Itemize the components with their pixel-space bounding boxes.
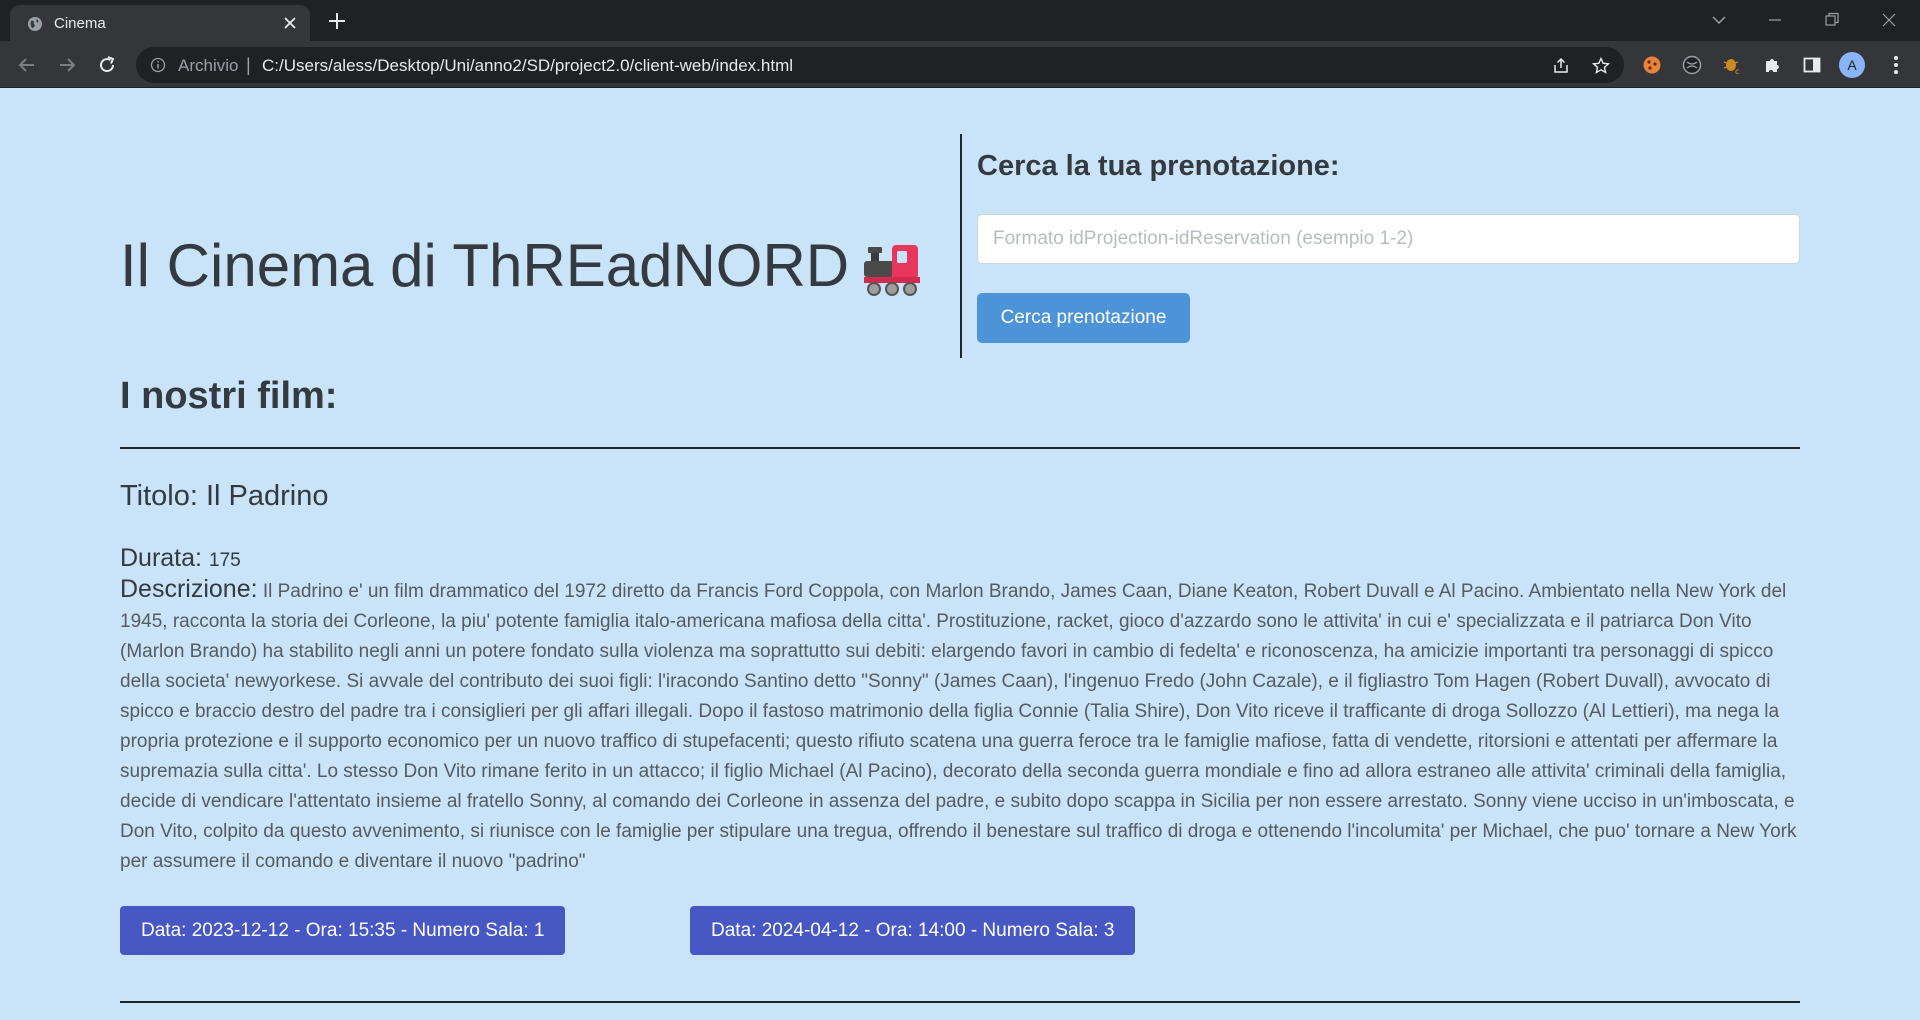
- film-divider: [120, 1001, 1800, 1003]
- svg-text:c: c: [1735, 67, 1739, 76]
- film-description: Descrizione: Il Padrino e' un film dramm…: [120, 574, 1800, 877]
- film-title: Titolo: Il Padrino: [120, 480, 329, 512]
- reload-icon[interactable]: [95, 53, 119, 77]
- share-icon[interactable]: [1551, 56, 1571, 76]
- reservation-search-input[interactable]: [977, 214, 1800, 264]
- section-divider: [120, 447, 1800, 449]
- duration-label: Durata:: [120, 544, 202, 572]
- minimize-icon[interactable]: [1765, 10, 1785, 30]
- locomotive-icon: [864, 245, 920, 296]
- film-duration: Durata: 175: [120, 544, 241, 573]
- profile-avatar[interactable]: A: [1839, 52, 1865, 78]
- site-title: Il Cinema di ThREadNORD: [120, 232, 850, 299]
- films-heading: I nostri film:: [120, 375, 338, 417]
- info-icon[interactable]: [150, 57, 166, 73]
- tab-title: Cinema: [54, 15, 106, 32]
- extensions-puzzle-icon[interactable]: [1761, 54, 1783, 76]
- extension-globe-icon[interactable]: [1681, 54, 1703, 76]
- url-separator: |: [246, 55, 251, 75]
- globe-icon: [28, 17, 42, 31]
- page-content: Il Cinema di ThREadNORD Cerca la tua pre…: [0, 88, 1920, 1020]
- browser-toolbar: Archivio | C:/Users/aless/Desktop/Uni/an…: [0, 41, 1920, 88]
- url-scheme-label: Archivio: [178, 56, 239, 75]
- search-heading: Cerca la tua prenotazione:: [977, 150, 1340, 182]
- search-reservation-button[interactable]: Cerca prenotazione: [977, 293, 1190, 343]
- projection-button[interactable]: Data: 2024-04-12 - Ora: 14:00 - Numero S…: [690, 906, 1136, 955]
- restore-icon[interactable]: [1822, 10, 1842, 30]
- description-text: Il Padrino e' un film drammatico del 197…: [120, 581, 1797, 872]
- browser-tab-cinema[interactable]: Cinema: [10, 5, 310, 41]
- extension-cookie-icon[interactable]: [1641, 54, 1663, 76]
- duration-value: 175: [208, 550, 241, 571]
- description-label: Descrizione:: [120, 575, 258, 603]
- back-icon[interactable]: [15, 53, 39, 77]
- bookmark-star-icon[interactable]: [1591, 56, 1611, 76]
- address-bar[interactable]: Archivio | C:/Users/aless/Desktop/Uni/an…: [136, 47, 1624, 83]
- extension-bug-icon[interactable]: c: [1721, 54, 1743, 76]
- side-panel-icon[interactable]: [1801, 54, 1823, 76]
- url-text[interactable]: C:/Users/aless/Desktop/Uni/anno2/SD/proj…: [262, 56, 793, 76]
- projection-button[interactable]: Data: 2023-12-12 - Ora: 15:35 - Numero S…: [120, 906, 566, 955]
- new-tab-icon[interactable]: [326, 10, 348, 32]
- more-menu-icon[interactable]: [1886, 53, 1906, 77]
- browser-tab-strip: Cinema: [0, 0, 1920, 41]
- tab-search-chevron-icon[interactable]: [1709, 10, 1729, 30]
- close-window-icon[interactable]: [1879, 10, 1899, 30]
- close-tab-icon[interactable]: [280, 13, 300, 33]
- forward-icon[interactable]: [55, 53, 79, 77]
- header-divider: [960, 134, 962, 358]
